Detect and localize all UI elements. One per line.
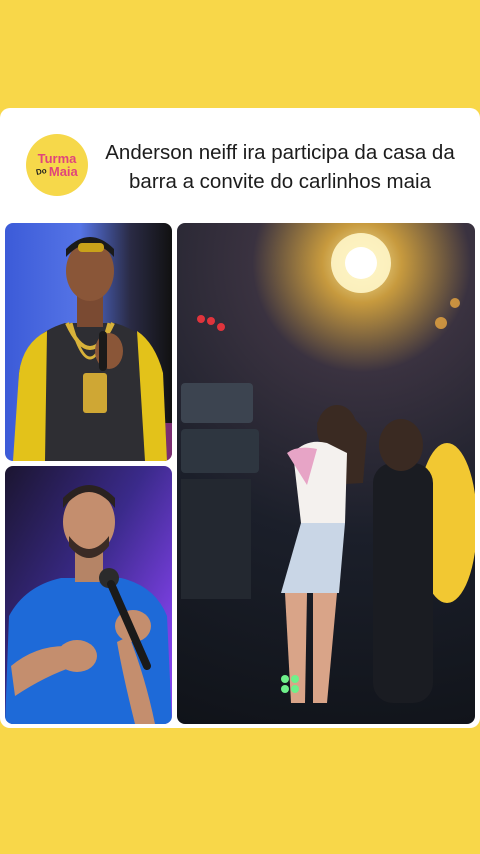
turma-do-maia-logo[interactable]: Turma Do Maia [26,134,88,196]
post-headline: Anderson neiff ira participa da casa da … [105,141,455,193]
singer-photo[interactable] [5,223,172,461]
party-illustration [181,233,475,703]
logo-row: Do Maia [35,164,78,179]
comedian-illustration [5,485,172,724]
comedian-photo[interactable] [5,466,172,724]
party-photo[interactable] [177,223,475,724]
logo-text-do: Do [35,165,48,178]
singer-illustration [13,237,172,461]
post-card: Turma Do Maia Anderson neiff ira partici… [0,108,480,728]
logo-text-maia: Maia [48,164,78,179]
post-header: Turma Do Maia Anderson neiff ira partici… [0,108,480,220]
